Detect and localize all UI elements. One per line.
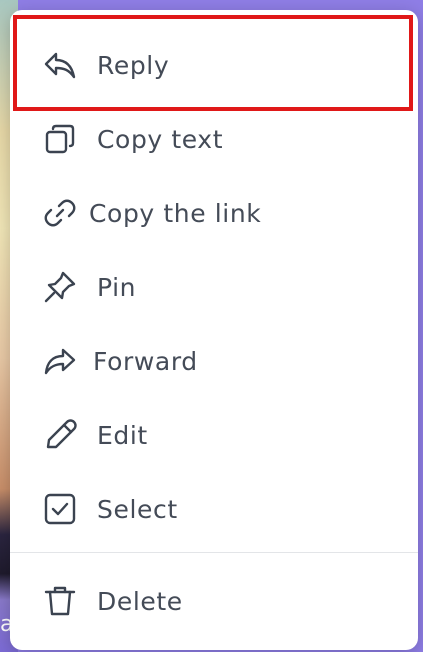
menu-item-label: Pin (97, 272, 137, 302)
menu-item-label: Copy the link (89, 198, 262, 228)
forward-icon (40, 341, 80, 381)
pencil-icon (40, 415, 80, 455)
trash-icon (40, 581, 80, 621)
menu-item-label: Delete (97, 586, 183, 616)
menu-item-label: Edit (97, 420, 148, 450)
copy-icon (40, 119, 80, 159)
menu-divider (10, 552, 418, 553)
menu-item-label: Forward (93, 346, 198, 376)
menu-item-forward[interactable]: Forward (10, 324, 418, 398)
menu-item-label: Copy text (97, 124, 224, 154)
menu-item-copy-text[interactable]: Copy text (10, 102, 418, 176)
menu-item-label: Select (97, 494, 178, 524)
menu-item-delete[interactable]: Delete (10, 564, 418, 638)
pin-icon (40, 267, 80, 307)
link-icon (40, 193, 80, 233)
menu-item-select[interactable]: Select (10, 472, 418, 546)
menu-item-pin[interactable]: Pin (10, 250, 418, 324)
checkbox-icon (40, 489, 80, 529)
menu-item-edit[interactable]: Edit (10, 398, 418, 472)
menu-item-copy-link[interactable]: Copy the link (10, 176, 418, 250)
highlight-box (13, 15, 413, 111)
